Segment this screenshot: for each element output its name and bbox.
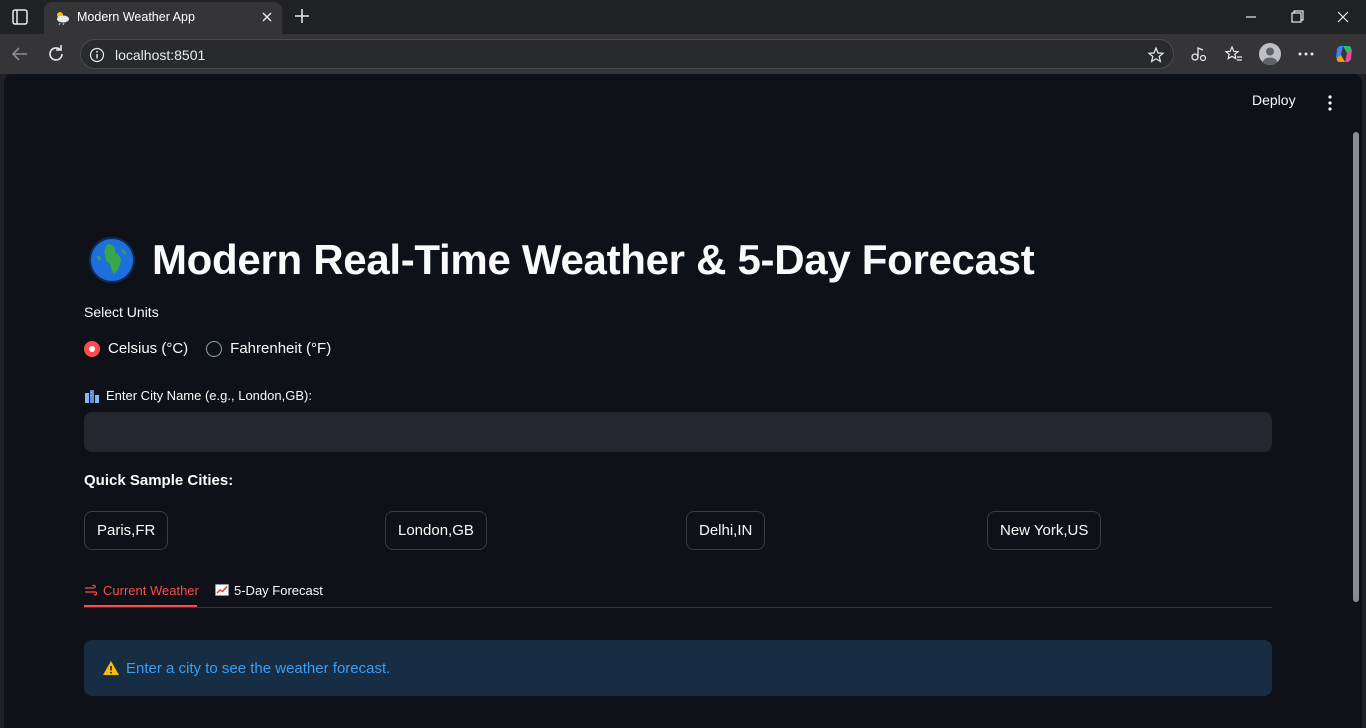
radio-celsius[interactable]: Celsius (°C)	[84, 340, 188, 357]
close-window-icon[interactable]	[1320, 4, 1366, 30]
city-button-new-york[interactable]: New York,US	[987, 511, 1102, 550]
weather-tabs: Current Weather 5-Day Forecast	[84, 574, 1272, 608]
radio-selected-indicator[interactable]	[84, 340, 100, 357]
quick-cities-title: Quick Sample Cities:	[84, 472, 234, 489]
more-options-icon[interactable]	[1296, 44, 1316, 64]
city-label-text: Enter City Name (e.g., London,GB):	[106, 388, 312, 403]
person-icon	[1262, 47, 1278, 65]
deploy-button[interactable]: Deploy	[1252, 92, 1296, 108]
city-button-paris[interactable]: Paris,FR	[84, 511, 169, 550]
wind-icon	[85, 584, 98, 596]
city-button-delhi[interactable]: Delhi,IN	[686, 511, 766, 550]
minimize-icon[interactable]	[1228, 4, 1274, 30]
profile-avatar[interactable]	[1259, 43, 1281, 65]
tab-current-weather[interactable]: Current Weather	[84, 578, 199, 602]
globe-icon	[89, 237, 135, 283]
browser-tab-bar: Modern Weather App	[0, 0, 1366, 34]
active-tab-underline	[84, 605, 197, 607]
tab-forecast[interactable]: 5-Day Forecast	[215, 578, 323, 602]
cityscape-icon	[85, 389, 99, 403]
alert-text: Enter a city to see the weather forecast…	[126, 659, 391, 677]
new-tab-icon[interactable]	[292, 6, 312, 26]
radio-fahrenheit-label[interactable]: Fahrenheit (°F)	[230, 340, 331, 357]
weather-cloud-icon	[57, 12, 69, 26]
favorite-star-icon[interactable]	[1147, 46, 1165, 64]
tab-current-weather-label[interactable]: Current Weather	[103, 583, 199, 598]
radio-fahrenheit[interactable]: Fahrenheit (°F)	[206, 340, 331, 357]
tab-title: Modern Weather App	[77, 10, 195, 24]
chart-increasing-icon	[215, 584, 229, 596]
city-button-london[interactable]: London,GB	[385, 511, 487, 550]
page-viewport: Deploy Modern Real-Time Weather & 5-Day …	[4, 74, 1362, 728]
address-url: localhost:8501	[115, 47, 206, 63]
info-alert: Enter a city to see the weather forecast…	[84, 640, 1272, 696]
restore-icon[interactable]	[1274, 4, 1320, 30]
main-menu-icon[interactable]	[1322, 94, 1338, 112]
radio-unselected-indicator[interactable]	[206, 340, 223, 357]
media-icon[interactable]	[1188, 44, 1208, 64]
city-input[interactable]	[84, 412, 1272, 452]
reload-icon[interactable]	[44, 42, 68, 66]
page-title: Modern Real-Time Weather & 5-Day Forecas…	[152, 236, 1035, 283]
address-bar[interactable]: localhost:8501	[80, 39, 1174, 69]
units-radio-group: Celsius (°C) Fahrenheit (°F)	[84, 340, 349, 357]
browser-tab[interactable]: Modern Weather App	[44, 2, 282, 34]
close-tab-icon[interactable]	[260, 10, 274, 24]
radio-celsius-label[interactable]: Celsius (°C)	[108, 340, 188, 357]
units-label: Select Units	[84, 304, 159, 320]
city-input-label: Enter City Name (e.g., London,GB):	[84, 388, 312, 403]
page-scrollbar[interactable]	[1353, 132, 1359, 602]
copilot-icon[interactable]	[1333, 43, 1355, 65]
browser-toolbar: localhost:8501	[0, 34, 1366, 74]
tab-forecast-label[interactable]: 5-Day Forecast	[234, 583, 323, 598]
warning-icon	[103, 661, 119, 675]
tab-actions-icon[interactable]	[8, 6, 32, 28]
back-icon[interactable]	[8, 42, 32, 66]
site-info-icon[interactable]	[89, 47, 105, 63]
title-row: Modern Real-Time Weather & 5-Day Forecas…	[88, 232, 1035, 288]
favorites-icon[interactable]	[1224, 44, 1244, 64]
